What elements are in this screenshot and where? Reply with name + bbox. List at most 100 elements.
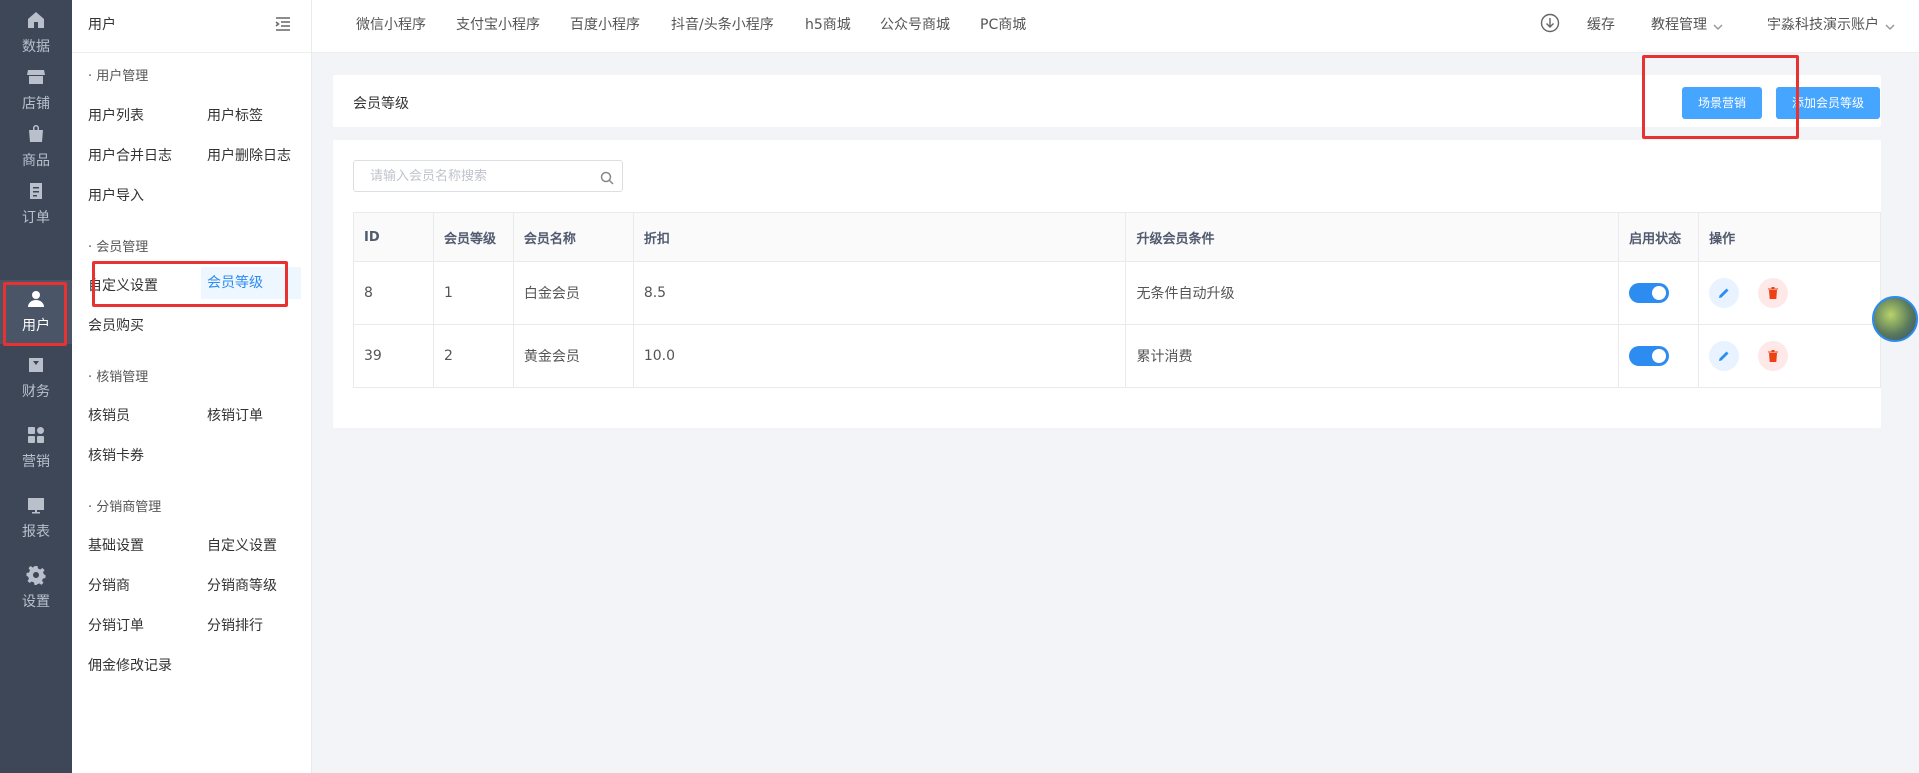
cell-id: 8	[353, 261, 434, 325]
menu-item-distributor-level[interactable]: 分销商等级	[207, 575, 277, 595]
column-header-status: 启用状态	[1618, 212, 1700, 262]
account-name: 宇淼科技演示账户	[1767, 17, 1879, 33]
table-row: 8 1 白金会员 8.5 无条件自动升级	[353, 261, 1881, 325]
rail-label: 财务	[22, 384, 50, 400]
app: 数据 店铺 商品 订单 用户 财务 营销 报表 设置 用户 · 用户管理 用户列…	[0, 0, 1919, 773]
menu-item-verification-coupons[interactable]: 核销卡券	[88, 445, 144, 465]
cell-name: 白金会员	[513, 261, 634, 325]
rail-label: 营销	[22, 454, 50, 470]
menu-item-distribution-orders[interactable]: 分销订单	[88, 615, 144, 635]
rail-label: 报表	[22, 524, 50, 540]
menu-item-distributor-custom-settings[interactable]: 自定义设置	[207, 535, 277, 555]
cell-discount: 10.0	[633, 324, 1127, 388]
column-header-id: ID	[353, 212, 434, 262]
cell-status	[1618, 324, 1700, 388]
group-title-verification-management: · 核销管理	[88, 370, 149, 385]
edit-button[interactable]	[1709, 341, 1740, 371]
tab-official-account-mall[interactable]: 公众号商城	[880, 14, 950, 34]
member-level-table: ID 会员等级 会员名称 折扣 升级会员条件 启用状态 操作 8 1 白金会员 …	[353, 212, 1881, 388]
tab-douyin-miniprogram[interactable]: 抖音/头条小程序	[671, 14, 774, 34]
cell-level: 1	[433, 261, 514, 325]
pencil-icon	[1719, 351, 1729, 361]
cell-actions	[1698, 324, 1881, 388]
account-menu[interactable]: 宇淼科技演示账户	[1767, 14, 1895, 34]
rail-item-order[interactable]: 订单	[0, 171, 72, 237]
store-icon	[26, 67, 46, 87]
menu-item-verification-orders[interactable]: 核销订单	[207, 405, 263, 425]
tab-h5-mall[interactable]: h5商城	[805, 14, 851, 34]
rail-label: 订单	[22, 210, 50, 226]
tab-alipay-miniprogram[interactable]: 支付宝小程序	[456, 14, 540, 34]
cell-id: 39	[353, 324, 434, 388]
tutorial-menu[interactable]: 教程管理	[1651, 14, 1723, 34]
top-bar: 微信小程序 支付宝小程序 百度小程序 抖音/头条小程序 h5商城 公众号商城 P…	[312, 0, 1919, 53]
menu-item-member-purchase[interactable]: 会员购买	[88, 315, 144, 335]
menu-item-user-merge-log[interactable]: 用户合并日志	[88, 145, 172, 165]
cell-condition: 累计消费	[1125, 324, 1620, 388]
menu-item-user-tags[interactable]: 用户标签	[207, 105, 263, 125]
search-input[interactable]	[354, 161, 622, 191]
menu-item-user-import[interactable]: 用户导入	[88, 185, 144, 205]
submenu-header: 用户	[72, 0, 311, 53]
table-row: 39 2 黄金会员 10.0 累计消费	[353, 324, 1881, 388]
menu-item-basic-settings[interactable]: 基础设置	[88, 535, 144, 555]
marketing-icon	[26, 425, 46, 445]
column-header-name: 会员名称	[513, 212, 634, 262]
menu-item-custom-settings[interactable]: 自定义设置	[88, 275, 158, 295]
column-header-discount: 折扣	[633, 212, 1127, 262]
rail-item-report[interactable]: 报表	[0, 485, 72, 551]
rail-label: 设置	[22, 594, 50, 610]
enabled-toggle[interactable]	[1629, 283, 1670, 303]
search-icon[interactable]	[600, 170, 614, 185]
tab-baidu-miniprogram[interactable]: 百度小程序	[570, 14, 640, 34]
download-icon[interactable]	[1540, 13, 1560, 33]
rail-item-finance[interactable]: 财务	[0, 345, 72, 411]
order-icon	[26, 181, 46, 201]
rail-label: 用户	[22, 318, 50, 334]
menu-item-distributors[interactable]: 分销商	[88, 575, 130, 595]
menu-item-distribution-ranking[interactable]: 分销排行	[207, 615, 263, 635]
column-header-level: 会员等级	[433, 212, 514, 262]
tab-pc-mall[interactable]: PC商城	[980, 14, 1026, 34]
menu-item-commission-log[interactable]: 佣金修改记录	[88, 655, 172, 675]
group-title-member-management: · 会员管理	[88, 240, 149, 255]
submenu-title: 用户	[88, 17, 116, 33]
rail-item-settings[interactable]: 设置	[0, 555, 72, 621]
search-box	[353, 160, 623, 192]
icon-rail: 数据 店铺 商品 订单 用户 财务 营销 报表 设置	[0, 0, 72, 773]
cache-button[interactable]: 缓存	[1587, 14, 1615, 34]
rail-item-marketing[interactable]: 营销	[0, 415, 72, 481]
pencil-icon	[1719, 288, 1729, 298]
group-title-distributor-management: · 分销商管理	[88, 500, 162, 515]
chevron-down-icon	[1885, 20, 1895, 31]
cell-level: 2	[433, 324, 514, 388]
trash-icon	[1767, 350, 1778, 362]
rail-label: 数据	[22, 39, 50, 55]
tab-wechat-miniprogram[interactable]: 微信小程序	[356, 14, 426, 34]
edit-button[interactable]	[1709, 278, 1740, 308]
menu-item-user-list[interactable]: 用户列表	[88, 105, 144, 125]
group-title-user-management: · 用户管理	[88, 69, 149, 84]
menu-item-user-delete-log[interactable]: 用户删除日志	[207, 145, 291, 165]
add-member-level-button[interactable]: 添加会员等级	[1776, 87, 1881, 119]
delete-button[interactable]	[1757, 278, 1788, 308]
cell-condition: 无条件自动升级	[1125, 261, 1620, 325]
rail-item-user[interactable]: 用户	[0, 280, 72, 344]
finance-icon	[26, 355, 46, 375]
menu-item-member-level[interactable]: 会员等级	[201, 267, 301, 299]
cell-discount: 8.5	[633, 261, 1127, 325]
delete-button[interactable]	[1757, 341, 1788, 371]
scene-marketing-button[interactable]: 场景营销	[1682, 87, 1763, 119]
report-icon	[26, 495, 46, 515]
menu-item-verifier[interactable]: 核销员	[88, 405, 130, 425]
chevron-down-icon	[1713, 20, 1723, 31]
bag-icon	[26, 124, 46, 144]
floating-avatar[interactable]	[1872, 296, 1918, 342]
menu-collapse-icon[interactable]	[274, 15, 292, 33]
user-icon	[26, 289, 46, 309]
tutorial-menu-label: 教程管理	[1651, 17, 1707, 33]
cell-status	[1618, 261, 1700, 325]
enabled-toggle[interactable]	[1629, 346, 1670, 366]
content-card: ID 会员等级 会员名称 折扣 升级会员条件 启用状态 操作 8 1 白金会员 …	[333, 140, 1881, 428]
page-title: 会员等级	[353, 96, 409, 112]
